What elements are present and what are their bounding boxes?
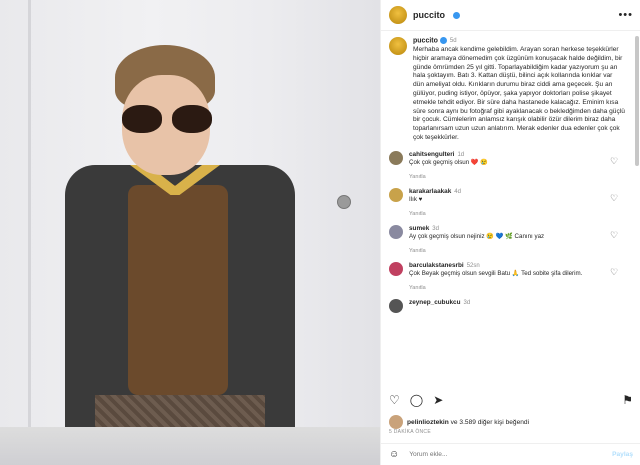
comment-username[interactable]: sumek	[409, 225, 429, 232]
comment-avatar[interactable]	[389, 261, 403, 276]
verified-icon	[453, 11, 461, 19]
add-comment-bar: ☺ Paylaş	[381, 443, 640, 465]
comment-age: 3d	[463, 299, 471, 306]
comment-item: sumek 3d Ay çok geçmiş olsun nejiniz 😢 💙 …	[381, 221, 633, 258]
header-username[interactable]: puccito	[413, 10, 445, 20]
comment-username[interactable]: zeynep_cubukcu	[409, 299, 461, 306]
comment-username[interactable]: cahitsengulteri	[409, 151, 454, 158]
post-photo[interactable]	[0, 0, 380, 465]
caption-avatar[interactable]	[389, 37, 407, 55]
comment-body: zeynep_cubukcu 3d	[409, 299, 609, 313]
comment-text: Çok Beyak geçmiş olsun sevgili Batu 🙏 Te…	[409, 269, 583, 277]
post-comment-button[interactable]: Paylaş	[612, 451, 633, 458]
comment-body: karakarlaakak 4d Ilık ♥ Yanıtla	[409, 188, 609, 218]
comment-username[interactable]: karakarlaakak	[409, 188, 451, 195]
door-frame	[28, 0, 31, 465]
post-header: puccito •••	[381, 0, 640, 31]
comment-text: Ay çok geçmiş olsun nejiniz 😢 💙 🌿 Canını…	[409, 232, 545, 240]
comment-avatar[interactable]	[389, 187, 403, 202]
post-side-panel: puccito ••• puccito 5d Merhaba ancak kend…	[380, 0, 640, 465]
comment-body: sumek 3d Ay çok geçmiş olsun nejiniz 😢 💙 …	[409, 225, 609, 255]
caption-text: Merhaba ancak kendime gelebildim. Arayan…	[413, 46, 625, 142]
door-knob	[337, 195, 351, 209]
comment-avatar[interactable]	[389, 298, 403, 313]
comment-body: cahitsengulteri 1d Çok çok geçmiş olsun ❤…	[409, 151, 609, 181]
comment-avatar[interactable]	[389, 224, 403, 239]
like-comment-heart-icon[interactable]: ♡	[610, 193, 619, 203]
comment-age: 4d	[454, 188, 461, 195]
scrollbar[interactable]	[635, 36, 639, 166]
comment-username[interactable]: barculakstanesrbi	[409, 262, 464, 269]
reply-link[interactable]: Yanıtla	[409, 247, 609, 255]
comment-body: barculakstanesrbi 52sn Çok Beyak geçmiş o…	[409, 262, 609, 292]
comment-item: karakarlaakak 4d Ilık ♥ Yanıtla ♡	[381, 184, 633, 221]
comment-age: 1d	[457, 151, 465, 158]
comment-item: barculakstanesrbi 52sn Çok Beyak geçmiş o…	[381, 258, 633, 295]
comment-input[interactable]	[407, 450, 582, 459]
like-comment-heart-icon[interactable]: ♡	[610, 267, 619, 277]
sunglasses-shape	[122, 105, 214, 135]
comment-item: zeynep_cubukcu 3d	[381, 295, 633, 316]
comment-icon[interactable]: ◯	[410, 393, 423, 407]
caption: puccito 5d Merhaba ancak kendime gelebild…	[381, 31, 633, 147]
caption-age: 5d	[449, 38, 457, 45]
verified-icon	[439, 37, 447, 44]
more-options-icon[interactable]: •••	[618, 9, 633, 21]
share-icon[interactable]: ➤	[433, 393, 443, 407]
reply-link[interactable]: Yanıtla	[409, 210, 609, 218]
comment-item: cahitsengulteri 1d Çok çok geçmiş olsun ❤…	[381, 147, 633, 184]
emoji-icon[interactable]: ☺	[389, 449, 399, 460]
comment-age: 52sn	[466, 262, 480, 269]
comment-text: Ilık ♥	[409, 195, 423, 203]
bookmark-icon[interactable]: ⚑	[622, 393, 633, 407]
likes-text[interactable]: ve 3.589 diğer kişi beğendi	[451, 419, 529, 426]
comment-text: Çok çok geçmiş olsun ❤️ 😢	[409, 158, 489, 166]
action-bar: ♡ ◯ ➤ ⚑	[381, 390, 640, 410]
post-date: 5 DAKİKA ÖNCE	[389, 429, 431, 435]
liker-username[interactable]: pelinlioztekin	[407, 419, 449, 426]
instagram-post-modal: puccito ••• puccito 5d Merhaba ancak kend…	[0, 0, 640, 465]
caption-body: puccito 5d Merhaba ancak kendime gelebild…	[413, 37, 625, 143]
likes-summary: pelinlioztekin ve 3.589 diğer kişi beğen…	[389, 415, 529, 429]
like-comment-heart-icon[interactable]: ♡	[610, 156, 619, 166]
like-heart-icon[interactable]: ♡	[389, 393, 400, 407]
sweater-shape	[128, 185, 228, 395]
comment-age: 3d	[432, 225, 439, 232]
floor	[0, 427, 380, 465]
like-comment-heart-icon[interactable]: ♡	[610, 230, 619, 240]
caption-username[interactable]: puccito	[413, 37, 438, 44]
liker-avatar[interactable]	[389, 415, 403, 429]
comments-scroll[interactable]: puccito 5d Merhaba ancak kendime gelebild…	[381, 31, 633, 383]
comment-avatar[interactable]	[389, 150, 403, 165]
reply-link[interactable]: Yanıtla	[409, 173, 609, 181]
reply-link[interactable]: Yanıtla	[409, 284, 609, 292]
avatar[interactable]	[389, 6, 407, 24]
